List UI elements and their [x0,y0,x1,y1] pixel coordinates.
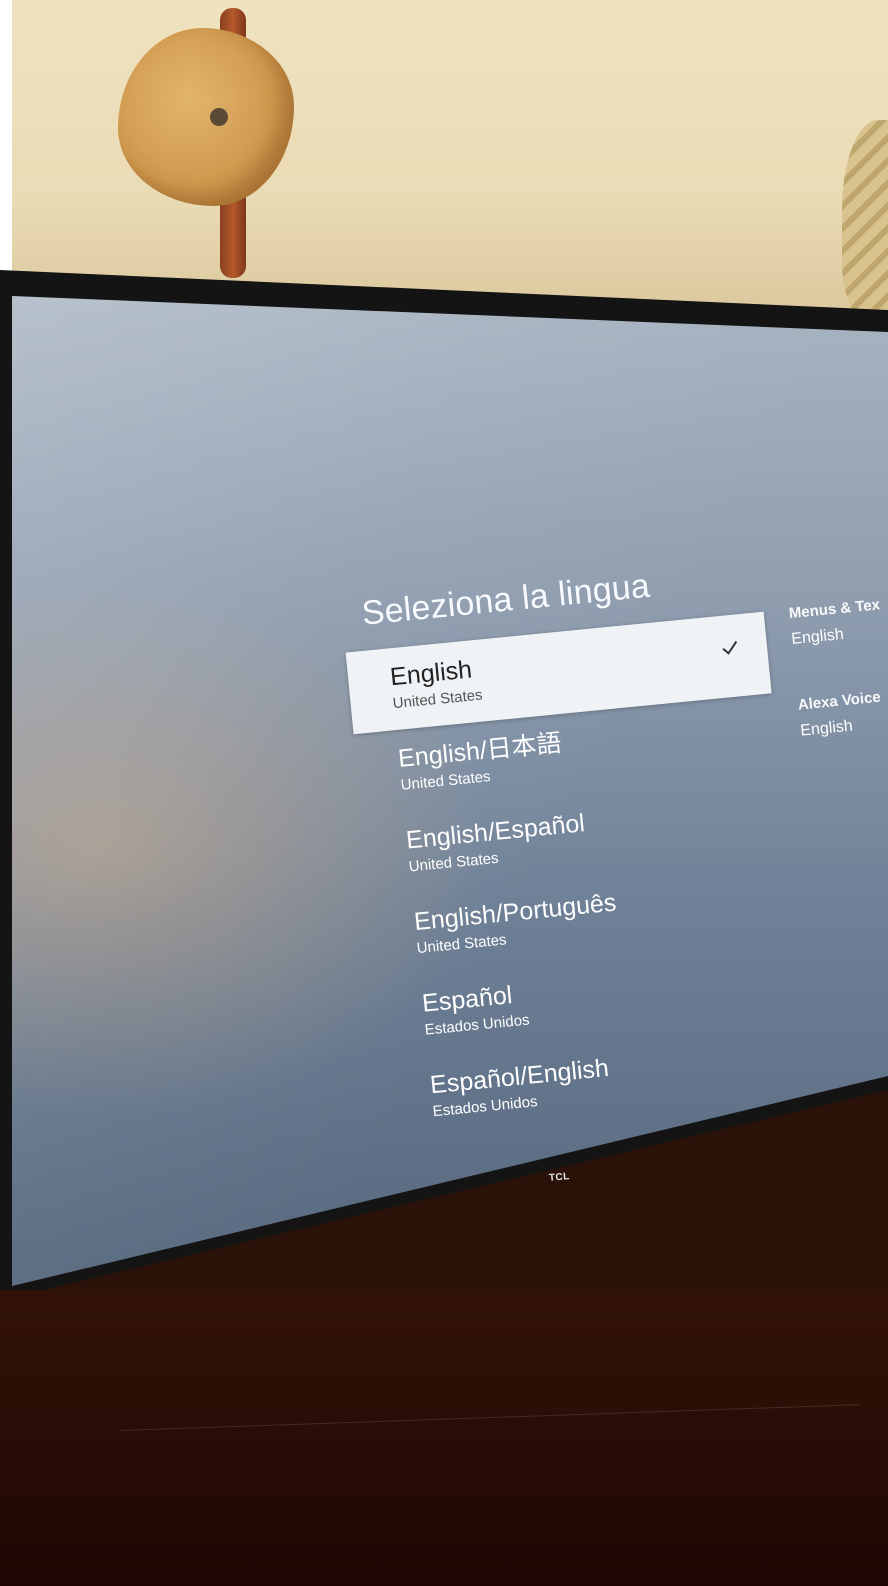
menus-text-summary: Menus & Tex English [788,594,888,651]
language-summary-panel: Menus & Tex English Alexa Voice English [788,594,888,789]
checkmark-icon [722,640,738,655]
menus-text-value: English [790,625,845,649]
menus-text-title: Menus & Tex [788,596,881,623]
alexa-voice-value: English [799,717,854,740]
photo-scene: Seleziona la lingua English United State… [0,0,888,1586]
language-selection-screen: Seleziona la lingua English United State… [338,522,888,1192]
fish-eye [210,108,228,126]
tv-brand-logo: TCL [548,1171,571,1184]
alexa-voice-summary: Alexa Voice English [797,685,888,742]
page-title: Seleziona la lingua [360,566,652,633]
language-list: English United States English/日本語 United… [345,611,812,1143]
tv-stand [0,1290,888,1586]
alexa-voice-title: Alexa Voice [797,688,882,714]
fish-figurine [118,28,294,206]
